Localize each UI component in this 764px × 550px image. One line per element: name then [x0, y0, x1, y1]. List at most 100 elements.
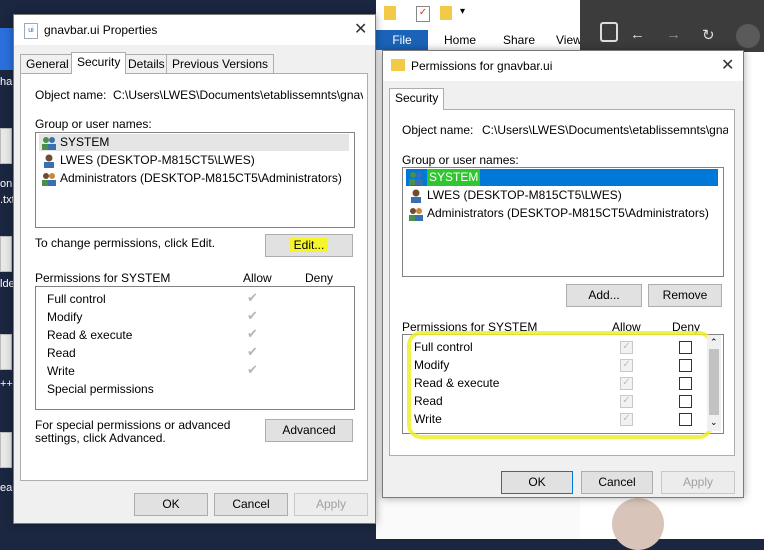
- back-icon[interactable]: ←: [630, 26, 645, 43]
- permissions-list: Full control Modify Read & execute Read …: [35, 286, 355, 410]
- checkmark-icon: ✔: [247, 308, 258, 323]
- close-icon[interactable]: ✕: [354, 19, 367, 39]
- chevron-down-icon[interactable]: ⌄: [710, 417, 718, 428]
- perm-write: Write: [47, 364, 75, 378]
- allow-checkbox[interactable]: ✓: [620, 377, 633, 390]
- object-name-label: Object name:: [402, 123, 474, 137]
- permissions-scrollbar[interactable]: ⌃ ⌄: [707, 335, 721, 431]
- user-name: LWES (DESKTOP-M815CT5\LWES): [427, 188, 622, 202]
- perm-read-execute: Read & execute: [47, 328, 133, 342]
- checkmark-icon: ✔: [247, 326, 258, 341]
- permissions-dialog: Permissions for gnavbar.ui ✕ Security Ob…: [382, 50, 744, 498]
- folder-icon: [384, 6, 396, 20]
- apply-button[interactable]: Apply: [294, 493, 368, 516]
- user-list: SYSTEM LWES (DESKTOP-M815CT5\LWES) Admin…: [35, 132, 355, 228]
- perm-special: Special permissions: [47, 382, 154, 396]
- perm-modify: Modify: [414, 358, 450, 372]
- properties-titlebar: ui gnavbar.ui Properties ✕: [14, 15, 375, 45]
- properties-dialog: ui gnavbar.ui Properties ✕ General Secur…: [13, 14, 376, 524]
- list-item-selected[interactable]: SYSTEM: [406, 169, 718, 186]
- ok-button[interactable]: OK: [501, 471, 573, 494]
- perm-write: Write: [414, 412, 442, 426]
- browser-toolbar: ← → ↻: [580, 0, 764, 52]
- desktop-label: on: [0, 178, 13, 190]
- tab-security[interactable]: Security: [389, 88, 445, 110]
- perm-full-control: Full control: [414, 340, 473, 354]
- security-tab-panel: Object name: C:\Users\LWES\Documents\eta…: [389, 109, 735, 456]
- file-icon[interactable]: [0, 236, 12, 272]
- site-settings-icon[interactable]: [736, 24, 760, 48]
- new-folder-icon[interactable]: [440, 6, 452, 20]
- advanced-button[interactable]: Advanced: [265, 419, 353, 442]
- user-name: SYSTEM: [60, 135, 110, 149]
- forward-icon[interactable]: →: [666, 26, 681, 43]
- avatar[interactable]: [612, 498, 664, 550]
- user-name: Administrators (DESKTOP-M815CT5\Administ…: [60, 171, 342, 185]
- permissions-list: Full control Modify Read & execute Read …: [402, 331, 724, 439]
- user-name: Administrators (DESKTOP-M815CT5\Administ…: [427, 206, 709, 220]
- object-name-value: C:\Users\LWES\Documents\etablissemnts\gn…: [113, 88, 363, 102]
- reload-icon[interactable]: ↻: [702, 26, 715, 44]
- allow-checkbox[interactable]: ✓: [620, 359, 633, 372]
- group-names-label: Group or user names:: [35, 117, 152, 131]
- app-icon[interactable]: [0, 28, 14, 70]
- allow-header: Allow: [243, 271, 272, 285]
- user-list: SYSTEM LWES (DESKTOP-M815CT5\LWES) Admin…: [402, 167, 724, 277]
- list-item[interactable]: SYSTEM: [39, 134, 349, 151]
- object-name-value: C:\Users\LWES\Documents\etablissemnts\gn…: [482, 123, 728, 137]
- users-icon: [41, 136, 57, 150]
- perm-read: Read: [414, 394, 443, 408]
- change-permissions-hint: To change permissions, click Edit.: [35, 236, 216, 250]
- deny-checkbox[interactable]: [679, 359, 692, 372]
- allow-checkbox[interactable]: ✓: [620, 341, 633, 354]
- perm-read: Read: [47, 346, 76, 360]
- deny-checkbox[interactable]: [679, 395, 692, 408]
- edit-button[interactable]: Edit...: [265, 234, 353, 257]
- add-button[interactable]: Add...: [566, 284, 642, 307]
- permissions-titlebar: Permissions for gnavbar.ui ✕: [383, 51, 743, 81]
- security-tab-panel: Object name: C:\Users\LWES\Documents\eta…: [20, 73, 368, 481]
- perm-full-control: Full control: [47, 292, 106, 306]
- file-icon[interactable]: [0, 128, 12, 164]
- tab-previous-versions[interactable]: Previous Versions: [166, 54, 275, 74]
- deny-checkbox[interactable]: [679, 377, 692, 390]
- user-icon: [408, 189, 424, 203]
- tab-view[interactable]: View: [556, 33, 582, 47]
- tab-home[interactable]: Home: [444, 33, 476, 47]
- cancel-button[interactable]: Cancel: [214, 493, 288, 516]
- close-icon[interactable]: ✕: [721, 55, 734, 75]
- folder-icon: [391, 59, 405, 71]
- ok-button[interactable]: OK: [134, 493, 208, 516]
- deny-checkbox[interactable]: [679, 341, 692, 354]
- tab-icon[interactable]: [600, 22, 618, 42]
- desktop-label: ++: [0, 378, 13, 390]
- tab-details[interactable]: Details: [122, 54, 171, 74]
- group-names-label: Group or user names:: [402, 153, 519, 167]
- advanced-hint: For special permissions or advanced sett…: [35, 418, 231, 445]
- object-name-label: Object name:: [35, 88, 107, 102]
- deny-header: Deny: [305, 271, 334, 285]
- cancel-button[interactable]: Cancel: [581, 471, 653, 494]
- user-name: SYSTEM: [427, 169, 481, 186]
- file-icon: ui: [24, 23, 38, 39]
- properties-icon[interactable]: ✓: [416, 6, 430, 22]
- tab-share[interactable]: Share: [503, 33, 535, 47]
- allow-checkbox[interactable]: ✓: [620, 413, 633, 426]
- users-icon: [41, 172, 57, 186]
- file-icon[interactable]: [0, 334, 12, 370]
- chevron-down-icon[interactable]: ▾: [460, 6, 465, 17]
- tab-general[interactable]: General: [20, 54, 75, 74]
- file-icon[interactable]: [0, 432, 12, 468]
- allow-checkbox[interactable]: ✓: [620, 395, 633, 408]
- perm-read-execute: Read & execute: [414, 376, 500, 390]
- tab-security[interactable]: Security: [71, 52, 127, 74]
- chevron-up-icon[interactable]: ⌃: [710, 337, 718, 348]
- dialog-title: Permissions for gnavbar.ui: [411, 59, 553, 73]
- scrollbar-thumb[interactable]: [709, 349, 719, 415]
- deny-checkbox[interactable]: [679, 413, 692, 426]
- tab-file[interactable]: File: [376, 30, 428, 50]
- users-icon: [408, 171, 424, 185]
- apply-button[interactable]: Apply: [661, 471, 735, 494]
- user-icon: [41, 154, 57, 168]
- remove-button[interactable]: Remove: [648, 284, 722, 307]
